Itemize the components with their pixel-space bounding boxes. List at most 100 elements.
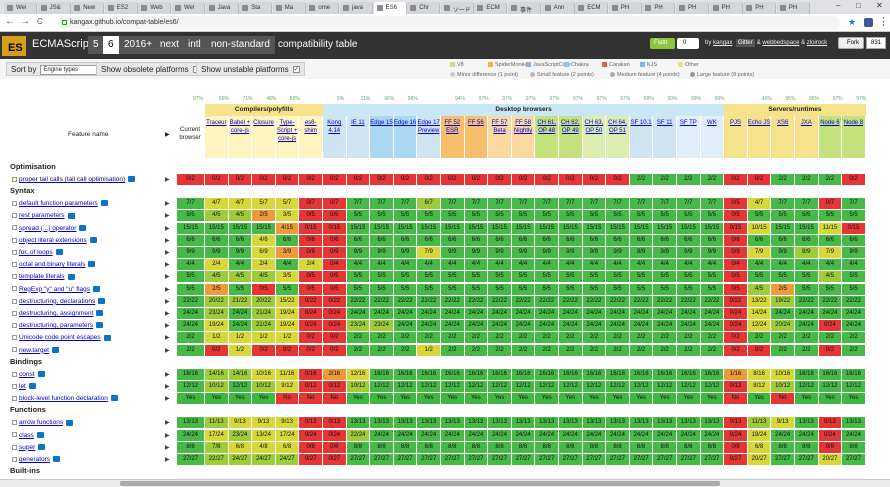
browser-tab[interactable]: PH [608,2,642,14]
obsolete-toggle[interactable]: Show obsolete platforms [96,62,205,76]
forward-icon[interactable]: → [20,16,30,27]
feature-link[interactable]: object literal extensions [12,237,97,244]
test-info-icon[interactable] [88,261,96,268]
expand-all-icon[interactable]: ▶ [165,131,170,138]
column-header[interactable]: Closure [252,116,276,158]
extension-icon[interactable] [864,18,873,27]
test-info-icon[interactable] [89,237,97,244]
column-header[interactable]: SF 10.1 [629,116,654,158]
browser-tab[interactable]: PH [642,2,676,14]
expand-row-icon[interactable]: ▶ [165,212,170,219]
column-label[interactable]: FF 57 Beta [492,120,508,134]
expand-row-icon[interactable]: ▶ [165,383,170,390]
url-field[interactable]: kangax.github.io/compat-table/es6/ [58,16,840,29]
feature-link[interactable]: destructuring, assignment [12,310,104,317]
column-label[interactable]: FF 58 Nightly [514,120,532,134]
feature-link[interactable]: for..of loops [12,249,63,256]
column-header[interactable]: Node 6 [818,116,843,158]
column-header[interactable]: Edge 17 Preview [417,116,441,158]
back-icon[interactable]: ← [5,16,15,27]
version-tab-es2016[interactable]: 2016+ [119,36,158,54]
feature-name[interactable]: arrow functions [19,419,63,426]
row-checkbox[interactable] [12,420,17,426]
column-label[interactable]: Edge 17 Preview [418,120,440,134]
expand-row-icon[interactable]: ▶ [165,237,170,244]
feature-link[interactable]: template literals [12,273,75,280]
column-header[interactable]: IE 11 [346,116,371,158]
test-info-icon[interactable] [103,334,111,341]
feature-link[interactable]: Unicode code point escapes [12,334,111,341]
test-info-icon[interactable] [79,224,87,231]
column-label[interactable]: FF 52 ESR [444,120,460,134]
test-info-icon[interactable] [53,456,61,463]
feature-name[interactable]: Unicode code point escapes [19,334,101,341]
column-label[interactable]: CH 64, OP 51 [608,120,627,134]
expand-row-icon[interactable]: ▶ [165,200,170,207]
column-header[interactable]: Babel + core-js [228,116,253,158]
maximize-icon[interactable]: □ [856,1,861,10]
row-checkbox[interactable] [12,371,17,377]
feature-name[interactable]: for..of loops [19,249,53,256]
feature-link[interactable]: RegExp "y" and "u" flags [12,286,101,293]
github-fork-button[interactable]: Fork [838,37,864,49]
feature-name[interactable]: octal and binary literals [19,261,85,268]
feature-name[interactable]: let [19,383,26,390]
column-header[interactable]: Konq 4.14 [323,116,347,158]
column-label[interactable]: Type-Script + core-js [277,120,298,142]
column-label[interactable]: IE 11 [351,120,365,126]
row-checkbox[interactable] [12,456,17,462]
row-checkbox[interactable] [12,322,17,328]
browser-tab[interactable]: New [71,2,105,14]
column-label[interactable]: WK [707,120,717,126]
row-checkbox[interactable] [12,335,17,341]
feature-name[interactable]: destructuring, assignment [19,310,93,317]
column-label[interactable]: Babel + core-js [230,120,251,134]
column-label[interactable]: Closure [253,120,274,126]
unstable-checkbox[interactable]: ✓ [292,66,300,74]
horizontal-scrollbar[interactable] [0,479,890,487]
feature-name[interactable]: spread (...) operator [19,225,76,232]
browser-tab[interactable]: Sta [239,2,273,14]
column-header[interactable]: Type-Script + core-js [275,116,300,158]
version-tab-es6[interactable]: 6 [103,36,119,54]
column-label[interactable]: FF 56 [468,120,484,126]
column-label[interactable]: SF TP [680,120,697,126]
feature-name[interactable]: const [19,371,35,378]
column-header[interactable]: JXA [795,116,819,158]
browser-tab[interactable]: PH [743,2,777,14]
expand-row-icon[interactable]: ▶ [165,273,170,280]
feature-name[interactable]: default function parameters [19,200,98,207]
column-label[interactable]: XS6 [777,120,788,126]
expand-row-icon[interactable]: ▶ [165,395,170,402]
browser-tab[interactable]: Ma [272,2,306,14]
column-header[interactable]: WK [700,116,725,158]
expand-row-icon[interactable]: ▶ [165,176,170,183]
row-checkbox[interactable] [12,274,17,280]
column-label[interactable]: JXA [801,120,812,126]
browser-tab[interactable]: JS& [37,2,71,14]
feature-name[interactable]: super [19,444,35,451]
browser-tab[interactable]: Wei [4,2,37,14]
row-checkbox[interactable] [12,432,17,438]
row-checkbox[interactable] [12,347,17,353]
column-header[interactable]: SF 11 [653,116,677,158]
expand-row-icon[interactable]: ▶ [165,310,170,317]
expand-row-icon[interactable]: ▶ [165,456,170,463]
column-header[interactable]: SF TP [677,116,701,158]
browser-tab[interactable]: PH [709,2,743,14]
test-info-icon[interactable] [66,419,74,426]
browser-tab[interactable]: Chr [407,2,441,14]
column-header[interactable]: FF 58 Nightly [511,116,536,158]
row-checkbox[interactable] [12,213,17,219]
column-label[interactable]: SF 10.1 [631,120,652,126]
sort-select[interactable]: Engine types [40,65,99,75]
browser-tab[interactable]: ECM [474,2,508,14]
feature-link[interactable]: const [12,371,45,378]
column-label[interactable]: Edge 16 [394,120,416,126]
column-header[interactable]: Edge 16 [393,116,418,158]
browser-tab[interactable]: ソード [440,2,474,14]
column-header[interactable]: FF 57 Beta [488,116,512,158]
bookmark-star-icon[interactable]: ★ [848,17,856,28]
author-link-kangax[interactable]: kangax [713,40,732,46]
feature-name[interactable]: object literal extensions [19,237,87,244]
